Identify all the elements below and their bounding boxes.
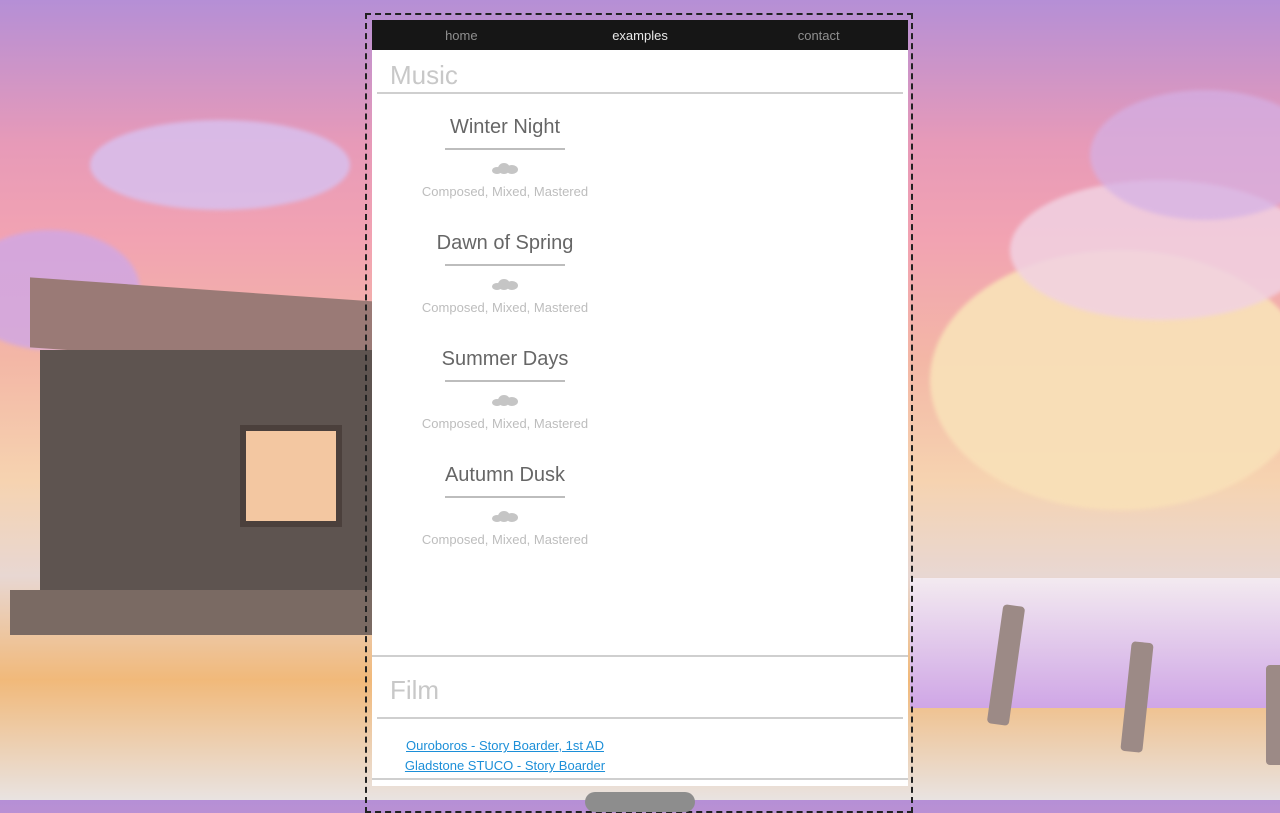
content-panel: home examples contact Music Winter Night…: [372, 20, 908, 786]
music-list: Winter Night Composed, Mixed, Mastered D…: [372, 115, 908, 657]
track-description: Composed, Mixed, Mastered: [421, 300, 589, 315]
lake-illustration: [910, 578, 1280, 708]
track-item: Dawn of Spring Composed, Mixed, Mastered: [372, 231, 638, 315]
nav-home[interactable]: home: [372, 28, 551, 43]
divider: [445, 264, 565, 266]
divider: [372, 778, 908, 780]
track-item: Autumn Dusk Composed, Mixed, Mastered: [372, 463, 638, 547]
music-heading: Music: [377, 50, 903, 94]
dock-post: [1266, 665, 1280, 765]
track-title: Summer Days: [441, 348, 569, 370]
film-links: Ouroboros - Story Boarder, 1st AD Gladst…: [372, 719, 638, 776]
nav-contact[interactable]: contact: [729, 28, 908, 43]
track-title: Autumn Dusk: [444, 464, 566, 486]
cloud-decoration: [90, 120, 350, 210]
soundcloud-icon[interactable]: [492, 163, 518, 174]
scroll-to-top-button[interactable]: [585, 792, 695, 812]
house-illustration: [10, 277, 400, 635]
soundcloud-icon[interactable]: [492, 279, 518, 290]
track-item: Summer Days Composed, Mixed, Mastered: [372, 347, 638, 431]
divider: [445, 380, 565, 382]
film-link-ouroboros[interactable]: Ouroboros - Story Boarder, 1st AD: [372, 736, 638, 756]
divider: [445, 148, 565, 150]
film-link-gladstone[interactable]: Gladstone STUCO - Story Boarder: [372, 756, 638, 776]
track-item: Winter Night Composed, Mixed, Mastered: [372, 115, 638, 199]
track-title: Dawn of Spring: [436, 232, 574, 254]
soundcloud-icon[interactable]: [492, 511, 518, 522]
nav-examples[interactable]: examples: [551, 28, 730, 43]
track-title: Winter Night: [449, 116, 561, 138]
track-description: Composed, Mixed, Mastered: [421, 184, 589, 199]
track-description: Composed, Mixed, Mastered: [421, 532, 589, 547]
top-nav: home examples contact: [372, 20, 908, 50]
film-heading: Film: [377, 657, 903, 719]
track-description: Composed, Mixed, Mastered: [421, 416, 589, 431]
soundcloud-icon[interactable]: [492, 395, 518, 406]
divider: [445, 496, 565, 498]
